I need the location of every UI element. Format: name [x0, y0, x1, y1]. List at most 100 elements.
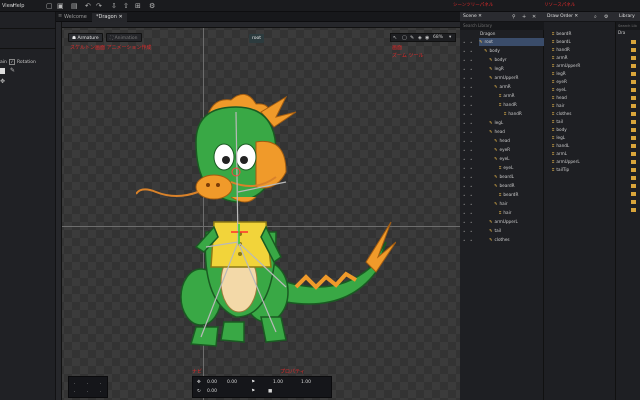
visibility-icon[interactable]: •	[463, 193, 465, 198]
visibility-icon[interactable]: •	[463, 211, 465, 216]
visibility-icon[interactable]: •	[463, 202, 465, 207]
undo-icon[interactable]: ↶	[85, 2, 91, 10]
lock-icon[interactable]: •	[470, 157, 472, 162]
draw-order-item[interactable]: ⌗ beardR	[552, 30, 571, 38]
tree-row[interactable]: ⌗ armR	[499, 92, 544, 100]
tree-row[interactable]: ⌗ hair	[499, 209, 544, 217]
delete-icon[interactable]: ✕	[532, 14, 536, 20]
draw-order-item[interactable]: ⌗ armUpperL	[552, 158, 580, 166]
nav-dot[interactable]: ·	[100, 381, 101, 386]
folder-icon[interactable]	[631, 72, 636, 76]
filter-icon[interactable]: ⚲	[512, 14, 516, 20]
tree-row[interactable]: ✎ armUpperR	[489, 74, 544, 82]
lock-icon[interactable]: •	[470, 121, 472, 126]
folder-icon[interactable]	[631, 136, 636, 140]
draw-order-item[interactable]: ⌗ head	[552, 94, 567, 102]
brush-icon[interactable]: ✎	[10, 67, 15, 74]
visibility-icon[interactable]: •	[463, 40, 465, 45]
import-icon[interactable]: ⇩	[111, 2, 117, 10]
folder-icon[interactable]	[631, 56, 636, 60]
draw-order-item[interactable]: ⌗ legL	[552, 134, 565, 142]
folder-icon[interactable]	[631, 144, 636, 148]
draw-order-item[interactable]: ⌗ eyeL	[552, 86, 566, 94]
draw-order-item[interactable]: ⌗ clothes	[552, 110, 571, 118]
tree-row[interactable]: ✎ beardL	[494, 173, 544, 181]
folder-icon[interactable]	[631, 64, 636, 68]
lock-icon[interactable]: •	[470, 139, 472, 144]
folder-icon[interactable]	[631, 192, 636, 196]
visibility-icon[interactable]: •	[463, 76, 465, 81]
publish-icon[interactable]: ⊞	[135, 2, 141, 10]
nav-dot[interactable]: ·	[87, 381, 88, 386]
lock-icon[interactable]: •	[470, 94, 472, 99]
lock-icon[interactable]: •	[470, 58, 472, 63]
add-icon[interactable]: +	[522, 14, 526, 20]
draw-order-item[interactable]: ⌗ legR	[552, 70, 566, 78]
tree-row[interactable]: ✎ armUpperL	[489, 218, 544, 226]
visibility-icon[interactable]: •	[463, 166, 465, 171]
nav-dot[interactable]: ·	[74, 381, 75, 386]
visibility-icon[interactable]: •	[463, 220, 465, 225]
folder-icon[interactable]	[631, 96, 636, 100]
close-icon[interactable]: ✕	[478, 14, 482, 19]
draw-order-item[interactable]: ⌗ handR	[552, 46, 570, 54]
tree-row[interactable]: ⌗ handR	[499, 101, 544, 109]
tree-row[interactable]: ✎ eyeL	[494, 155, 544, 163]
visibility-icon[interactable]: •	[463, 184, 465, 189]
eye-icon[interactable]: ◉	[425, 35, 429, 41]
lock-icon[interactable]: •	[470, 40, 472, 45]
nav-dot[interactable]: ·	[100, 389, 101, 394]
flag-icon[interactable]: ⚑	[251, 380, 255, 385]
visibility-icon[interactable]: •	[463, 229, 465, 234]
lock-icon[interactable]: •	[470, 166, 472, 171]
lock-icon[interactable]: •	[470, 76, 472, 81]
draw-order-item[interactable]: ⌗ body	[552, 126, 567, 134]
folder-icon[interactable]	[631, 184, 636, 188]
square-icon[interactable]: ■	[268, 389, 272, 394]
frame-icon[interactable]: ▢	[402, 35, 407, 41]
visibility-icon[interactable]: •	[463, 94, 465, 99]
library-search-input[interactable]: Search Lib	[616, 22, 640, 30]
library-item[interactable]: Dra	[618, 30, 625, 35]
folder-icon[interactable]	[631, 48, 636, 52]
nav-dot[interactable]: ·	[87, 389, 88, 394]
tree-row[interactable]: ⌗ eyeL	[499, 164, 544, 172]
tree-row[interactable]: ✎ hair	[494, 200, 544, 208]
animation-mode-button[interactable]: ⛶ Animation	[106, 33, 142, 42]
pivot-icon[interactable]: ✥	[0, 78, 5, 85]
draw-order-item[interactable]: ⌗ eyeR	[552, 78, 567, 86]
lock-icon[interactable]: •	[470, 148, 472, 153]
nav-dot[interactable]: ·	[74, 389, 75, 394]
scale-y-value[interactable]: 1.00	[301, 380, 311, 385]
folder-icon[interactable]	[631, 40, 636, 44]
save-icon[interactable]: ▣	[57, 2, 64, 10]
visibility-icon[interactable]: •	[463, 157, 465, 162]
flag-icon[interactable]: ⚑	[251, 389, 255, 394]
folder-icon[interactable]	[631, 168, 636, 172]
dragon-character[interactable]	[136, 82, 396, 362]
rotation-checkbox[interactable]: ✓	[9, 59, 15, 65]
settings-icon[interactable]: ⚙	[149, 2, 155, 10]
scene-search-input[interactable]: Search Library	[460, 22, 544, 30]
folder-icon[interactable]	[631, 152, 636, 156]
visibility-icon[interactable]: •	[463, 121, 465, 126]
lock-icon[interactable]: •	[470, 130, 472, 135]
lock-icon[interactable]: •	[470, 220, 472, 225]
image-icon[interactable]: ◈	[418, 35, 422, 41]
rotation-value[interactable]: 0.00	[207, 389, 217, 394]
folder-icon[interactable]	[631, 104, 636, 108]
navigation-widget[interactable]: · · · · · ·	[68, 376, 108, 398]
tree-row[interactable]: ✎ legR	[489, 65, 544, 73]
visibility-icon[interactable]: •	[463, 112, 465, 117]
visibility-icon[interactable]: •	[463, 148, 465, 153]
close-icon[interactable]: ✕	[118, 14, 122, 20]
draw-order-item[interactable]: ⌗ tail	[552, 118, 563, 126]
bone-tool-icon[interactable]: ✎	[410, 35, 414, 41]
tree-row[interactable]: ✎ beardR	[494, 182, 544, 190]
folder-icon[interactable]	[631, 80, 636, 84]
tree-root-dragon[interactable]: Dragon	[480, 30, 495, 38]
tree-row[interactable]: ✎ armR	[494, 83, 544, 91]
visibility-icon[interactable]: •	[463, 67, 465, 72]
lock-icon[interactable]: •	[470, 211, 472, 216]
tab-welcome[interactable]: Welcome	[60, 13, 91, 22]
